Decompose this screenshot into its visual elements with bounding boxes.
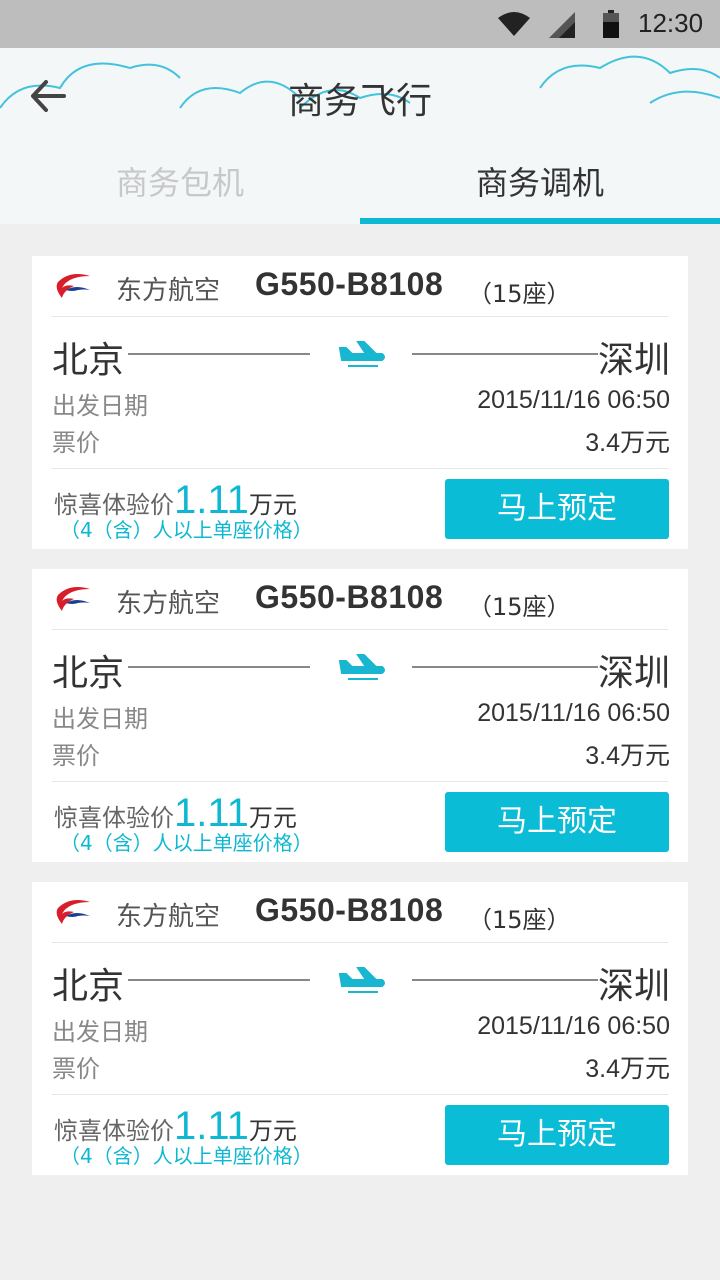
airplane-icon [338, 966, 386, 998]
flight-number: G550-B8108 [255, 892, 444, 928]
price-unit: 万元 [619, 1054, 670, 1083]
destination-city: 深圳 [597, 340, 670, 381]
seat-count: （15座） [468, 906, 571, 934]
status-time: 12:30 [638, 8, 704, 38]
divider [52, 942, 668, 943]
route-line [412, 353, 598, 355]
price-label: 票价 [52, 429, 100, 457]
departure-date-label: 出发日期 [52, 705, 148, 733]
route-line [412, 979, 598, 981]
route-line [412, 666, 598, 668]
airline-name: 东方航空 [116, 589, 221, 619]
origin-city: 北京 [52, 966, 125, 1007]
airline-name: 东方航空 [116, 902, 221, 932]
origin-city: 北京 [52, 340, 125, 381]
flight-card[interactable]: 东方航空 G550-B8108 （15座） 北京 深圳 出发日期 2015/11… [32, 256, 688, 549]
divider [52, 468, 668, 469]
origin-city: 北京 [52, 653, 125, 694]
price-value: 3.4万元 [585, 1049, 670, 1085]
price-number: 3.4 [585, 1055, 620, 1083]
divider [52, 1094, 668, 1095]
book-now-button[interactable]: 马上预定 [445, 792, 669, 852]
destination-city: 深圳 [597, 966, 670, 1007]
china-eastern-logo-icon [52, 583, 92, 619]
route-line [128, 979, 310, 981]
price-label: 票价 [52, 742, 100, 770]
price-number: 3.4 [585, 742, 620, 770]
price-unit: 万元 [619, 741, 670, 770]
divider [52, 781, 668, 782]
seat-count: （15座） [468, 593, 571, 621]
active-tab-indicator [360, 218, 720, 224]
airline-name: 东方航空 [116, 276, 221, 306]
price-value: 3.4万元 [585, 736, 670, 772]
departure-date-label: 出发日期 [52, 1018, 148, 1046]
divider [52, 629, 668, 630]
price-label: 票价 [52, 1055, 100, 1083]
destination-city: 深圳 [597, 653, 670, 694]
departure-date-value: 2015/11/16 06:50 [477, 1012, 670, 1040]
china-eastern-logo-icon [52, 896, 92, 932]
app-header: 商务飞行 商务包机 商务调机 [0, 48, 720, 224]
departure-date-value: 2015/11/16 06:50 [477, 386, 670, 414]
book-now-button[interactable]: 马上预定 [445, 1105, 669, 1165]
flight-card[interactable]: 东方航空 G550-B8108 （15座） 北京 深圳 出发日期 2015/11… [32, 569, 688, 862]
signal-icon [549, 12, 575, 42]
status-bar: 12:30 [0, 0, 720, 48]
seat-count: （15座） [468, 280, 571, 308]
route-line [128, 353, 310, 355]
china-eastern-logo-icon [52, 270, 92, 306]
price-unit: 万元 [619, 428, 670, 457]
tab-empty-leg[interactable]: 商务调机 [360, 158, 720, 224]
wifi-icon [498, 12, 530, 40]
book-now-button[interactable]: 马上预定 [445, 479, 669, 539]
promo-note: （4（含）人以上单座价格） [60, 1144, 313, 1168]
departure-date-value: 2015/11/16 06:50 [477, 699, 670, 727]
airplane-icon [338, 653, 386, 685]
price-value: 3.4万元 [585, 423, 670, 459]
promo-note: （4（含）人以上单座价格） [60, 518, 313, 542]
promo-note: （4（含）人以上单座价格） [60, 831, 313, 855]
tab-charter[interactable]: 商务包机 [0, 158, 360, 224]
departure-date-label: 出发日期 [52, 392, 148, 420]
page-title: 商务飞行 [287, 81, 432, 122]
flight-number: G550-B8108 [255, 579, 444, 615]
battery-icon [603, 10, 619, 42]
price-number: 3.4 [585, 429, 620, 457]
airplane-icon [338, 340, 386, 372]
flight-card[interactable]: 东方航空 G550-B8108 （15座） 北京 深圳 出发日期 2015/11… [32, 882, 688, 1175]
divider [52, 316, 668, 317]
route-line [128, 666, 310, 668]
flight-number: G550-B8108 [255, 266, 444, 302]
